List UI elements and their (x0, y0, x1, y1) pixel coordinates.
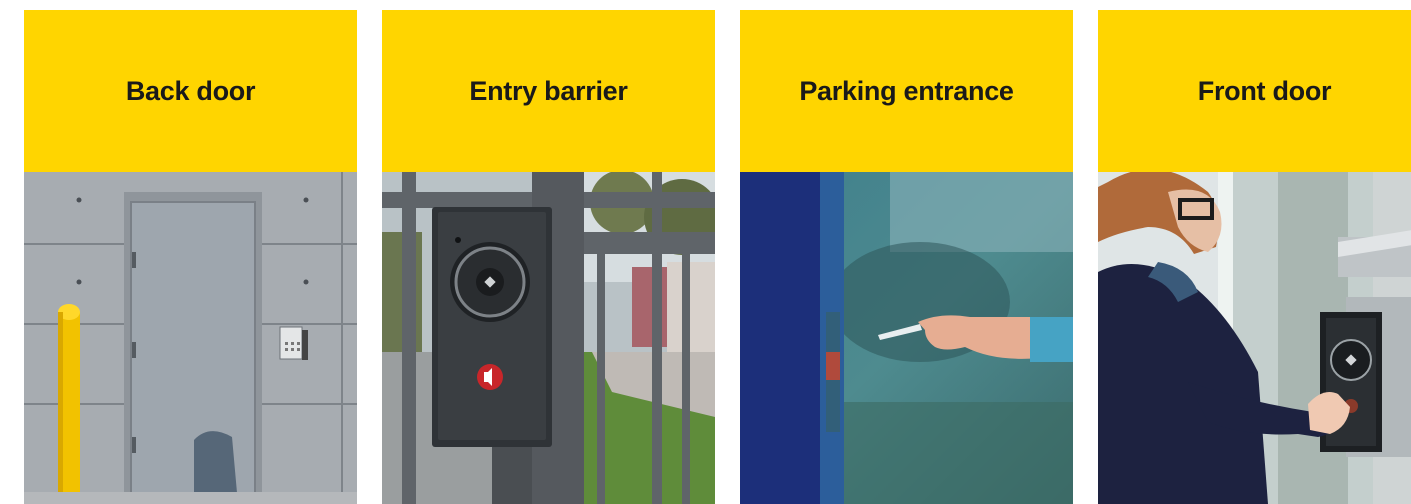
card-front-door[interactable]: Front door (1098, 10, 1411, 504)
card-title: Back door (125, 75, 256, 106)
card-back-door[interactable]: Back door (24, 10, 357, 504)
card-header: Back door (24, 10, 357, 172)
card-title: Parking entrance (799, 75, 1014, 106)
entry-barrier-image (382, 172, 715, 504)
card-header: Entry barrier (382, 10, 715, 172)
card-title: Entry barrier (469, 75, 628, 106)
card-entry-barrier[interactable]: Entry barrier (382, 10, 715, 504)
parking-entrance-image (740, 172, 1073, 504)
entry-barrier-photo (382, 172, 715, 504)
front-door-photo (1098, 172, 1411, 504)
front-door-image (1098, 172, 1411, 504)
card-header: Front door (1098, 10, 1411, 172)
card-title: Front door (1197, 75, 1332, 106)
access-scenarios-row: Back door Entry barrier Parking entrance… (0, 0, 1411, 504)
card-header: Parking entrance (740, 10, 1073, 172)
back-door-image (24, 172, 357, 504)
parking-entrance-photo (740, 172, 1073, 504)
back-door-photo (24, 172, 357, 504)
card-parking-entrance[interactable]: Parking entrance (740, 10, 1073, 504)
